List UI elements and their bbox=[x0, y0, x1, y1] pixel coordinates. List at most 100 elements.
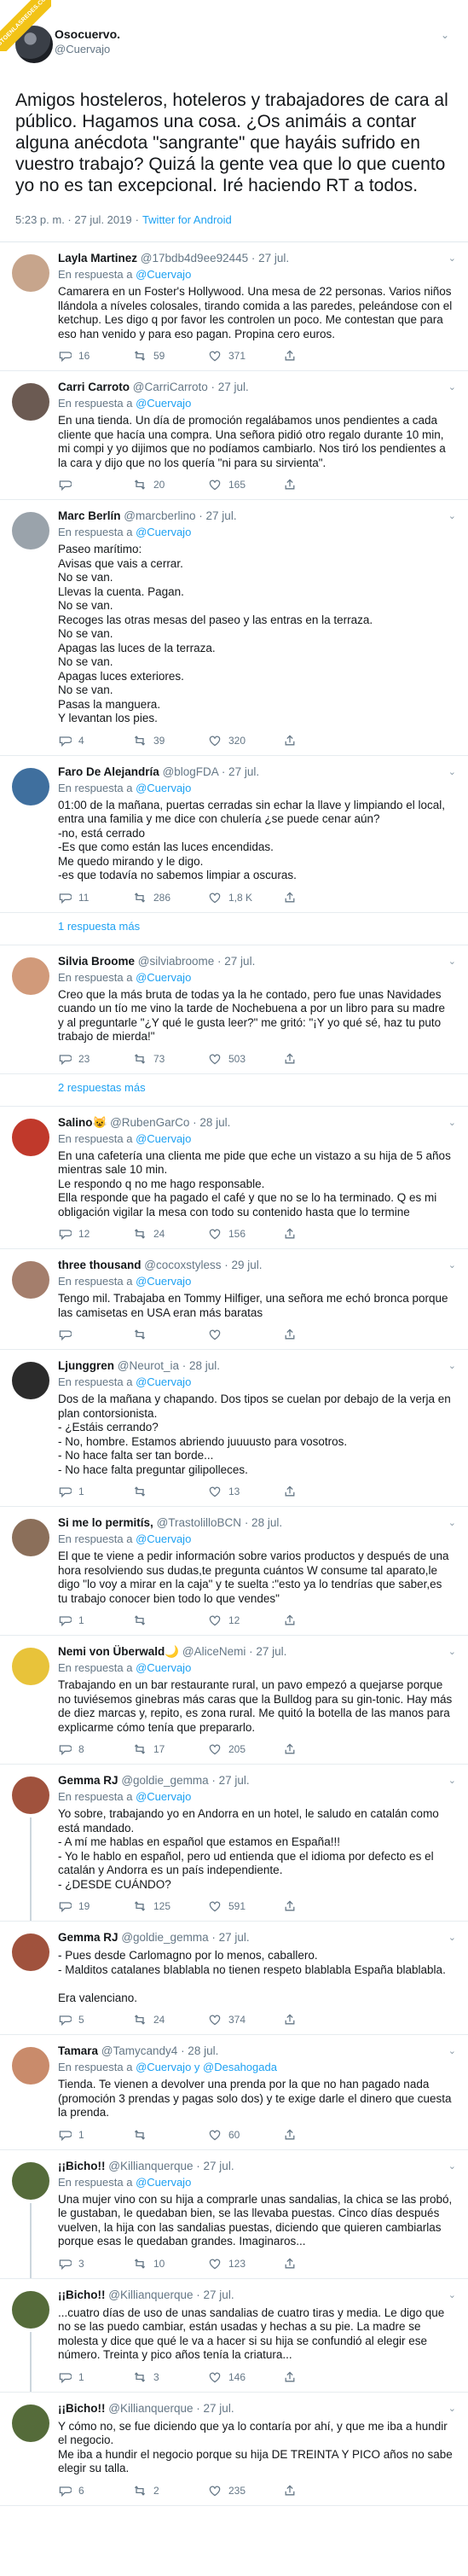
author-handle[interactable]: @TrastolilloBCN bbox=[157, 1516, 241, 1529]
like-button[interactable] bbox=[208, 1328, 283, 1341]
retweet-button[interactable] bbox=[133, 1614, 208, 1627]
tweet-date[interactable]: · 28 jul. bbox=[193, 1116, 230, 1129]
reply-button[interactable] bbox=[58, 478, 133, 491]
tweet-date[interactable]: · 27 jul. bbox=[199, 509, 236, 522]
reply-tweet[interactable]: ⌄ ¡¡Bicho!! @Killianquerque · 27 jul. Y có… bbox=[0, 2393, 468, 2506]
author-handle[interactable]: @blogFDA bbox=[163, 765, 218, 778]
avatar[interactable] bbox=[12, 1776, 49, 1814]
author-name[interactable]: ¡¡Bicho!! bbox=[58, 2288, 105, 2301]
like-button[interactable]: 60 bbox=[208, 2128, 283, 2142]
chevron-down-icon[interactable]: ⌄ bbox=[448, 253, 456, 264]
reply-tweet[interactable]: ⌄ Salino😺 @RubenGarCo · 28 jul. En respues… bbox=[0, 1107, 468, 1249]
reply-button[interactable]: 16 bbox=[58, 349, 133, 363]
chevron-down-icon[interactable]: ⌄ bbox=[448, 1360, 456, 1371]
avatar[interactable] bbox=[12, 2290, 49, 2329]
retweet-button[interactable]: 39 bbox=[133, 734, 208, 747]
author-handle[interactable]: @marcberlino bbox=[124, 509, 195, 522]
avatar[interactable] bbox=[12, 2404, 49, 2442]
chevron-down-icon[interactable]: ⌄ bbox=[439, 29, 451, 41]
tweet-date[interactable]: · 27 jul. bbox=[196, 2402, 234, 2415]
tweet-date[interactable]: · 27 jul. bbox=[249, 1645, 286, 1658]
like-button[interactable]: 165 bbox=[208, 478, 283, 491]
tweet-date[interactable]: · 28 jul. bbox=[182, 1359, 220, 1372]
mention-link[interactable]: @Cuervajo bbox=[136, 526, 191, 538]
reply-tweet[interactable]: ⌄ Faro De Alejandría @blogFDA · 27 jul. En… bbox=[0, 756, 468, 913]
author-name[interactable]: Osocuervo. bbox=[55, 27, 449, 41]
like-button[interactable]: 591 bbox=[208, 1899, 283, 1913]
avatar[interactable] bbox=[12, 1648, 49, 1685]
tweet-date[interactable]: · 27 jul. bbox=[196, 2288, 234, 2301]
reply-tweet[interactable]: ⌄ ¡¡Bicho!! @Killianquerque · 27 jul. En r… bbox=[0, 2150, 468, 2279]
avatar[interactable] bbox=[12, 2161, 49, 2200]
reply-tweet[interactable]: ⌄ Layla Martinez @17bdb4d9ee92445 · 27 ju… bbox=[0, 242, 468, 371]
like-button[interactable]: 235 bbox=[208, 2484, 283, 2497]
reply-button[interactable]: 5 bbox=[58, 2013, 133, 2026]
like-button[interactable]: 123 bbox=[208, 2257, 283, 2271]
chevron-down-icon[interactable]: ⌄ bbox=[448, 1117, 456, 1128]
main-author[interactable]: Osocuervo. @Cuervajo bbox=[55, 27, 449, 55]
share-button[interactable] bbox=[283, 891, 358, 904]
reply-tweet[interactable]: ⌄ Tamara @Tamycandy4 · 28 jul. En respuest… bbox=[0, 2035, 468, 2150]
retweet-button[interactable]: 24 bbox=[133, 1227, 208, 1241]
reply-tweet[interactable]: ⌄ ¡¡Bicho!! @Killianquerque · 27 jul. ...c… bbox=[0, 2279, 468, 2393]
author-name[interactable]: Marc Berlín bbox=[58, 509, 121, 522]
like-button[interactable]: 374 bbox=[208, 2013, 283, 2026]
tweet-date[interactable]: · 28 jul. bbox=[245, 1516, 282, 1529]
chevron-down-icon[interactable]: ⌄ bbox=[448, 2403, 456, 2414]
avatar[interactable] bbox=[12, 1519, 49, 1556]
chevron-down-icon[interactable]: ⌄ bbox=[448, 956, 456, 967]
reply-button[interactable]: 1 bbox=[58, 2370, 133, 2384]
reply-button[interactable]: 1 bbox=[58, 1485, 133, 1498]
retweet-button[interactable]: 10 bbox=[133, 2257, 208, 2271]
like-button[interactable]: 1,8 K bbox=[208, 891, 283, 904]
author-name[interactable]: Carri Carroto bbox=[58, 381, 130, 393]
mention-link[interactable]: @Cuervajo bbox=[136, 397, 191, 410]
avatar[interactable] bbox=[12, 767, 49, 805]
reply-button[interactable]: 12 bbox=[58, 1227, 133, 1241]
chevron-down-icon[interactable]: ⌄ bbox=[448, 2289, 456, 2300]
share-button[interactable] bbox=[283, 2484, 358, 2497]
author-handle[interactable]: @cocoxstyless bbox=[144, 1259, 221, 1271]
retweet-button[interactable]: 286 bbox=[133, 891, 208, 904]
mention-link[interactable]: @Cuervajo bbox=[136, 782, 191, 794]
share-button[interactable] bbox=[283, 478, 358, 491]
author-handle[interactable]: @Killianquerque bbox=[108, 2402, 193, 2415]
tweet-date[interactable]: · 27 jul. bbox=[222, 765, 259, 778]
share-button[interactable] bbox=[283, 1614, 358, 1627]
chevron-down-icon[interactable]: ⌄ bbox=[448, 1932, 456, 1943]
author-name[interactable]: Silvia Broome bbox=[58, 955, 135, 968]
author-name[interactable]: ¡¡Bicho!! bbox=[58, 2160, 105, 2172]
retweet-button[interactable]: 59 bbox=[133, 349, 208, 363]
like-button[interactable]: 503 bbox=[208, 1052, 283, 1066]
reply-button[interactable] bbox=[58, 1328, 133, 1341]
tweet-date[interactable]: · 27 jul. bbox=[251, 252, 289, 265]
author-handle[interactable]: @Tamycandy4 bbox=[101, 2044, 178, 2057]
share-button[interactable] bbox=[283, 1742, 358, 1756]
like-button[interactable]: 205 bbox=[208, 1742, 283, 1756]
share-button[interactable] bbox=[283, 2257, 358, 2271]
like-button[interactable]: 156 bbox=[208, 1227, 283, 1241]
like-button[interactable]: 371 bbox=[208, 349, 283, 363]
author-handle[interactable]: @AliceNemi bbox=[182, 1645, 246, 1658]
author-name[interactable]: Si me lo permitís, bbox=[58, 1516, 153, 1529]
mention-link[interactable]: @Cuervajo bbox=[136, 1661, 191, 1674]
share-button[interactable] bbox=[283, 2128, 358, 2142]
avatar[interactable] bbox=[12, 254, 49, 292]
avatar[interactable] bbox=[12, 957, 49, 995]
retweet-button[interactable]: 73 bbox=[133, 1052, 208, 1066]
retweet-button[interactable]: 125 bbox=[133, 1899, 208, 1913]
reply-tweet[interactable]: ⌄ Si me lo permitís, @TrastolilloBCN · 28… bbox=[0, 1507, 468, 1636]
avatar[interactable] bbox=[12, 1261, 49, 1299]
share-button[interactable] bbox=[283, 2013, 358, 2026]
tweet-date[interactable]: · 27 jul. bbox=[196, 2160, 234, 2172]
author-name[interactable]: Tamara bbox=[58, 2044, 98, 2057]
chevron-down-icon[interactable]: ⌄ bbox=[448, 510, 456, 521]
author-handle[interactable]: @silviabroome bbox=[138, 955, 214, 968]
retweet-button[interactable] bbox=[133, 2128, 208, 2142]
avatar[interactable] bbox=[12, 1118, 49, 1156]
mention-link[interactable]: @Cuervajo bbox=[136, 1532, 191, 1545]
mention-link[interactable]: @Cuervajo y @Desahogada bbox=[136, 2061, 277, 2073]
share-button[interactable] bbox=[283, 1899, 358, 1913]
avatar[interactable] bbox=[12, 1933, 49, 1971]
avatar[interactable] bbox=[12, 2047, 49, 2085]
